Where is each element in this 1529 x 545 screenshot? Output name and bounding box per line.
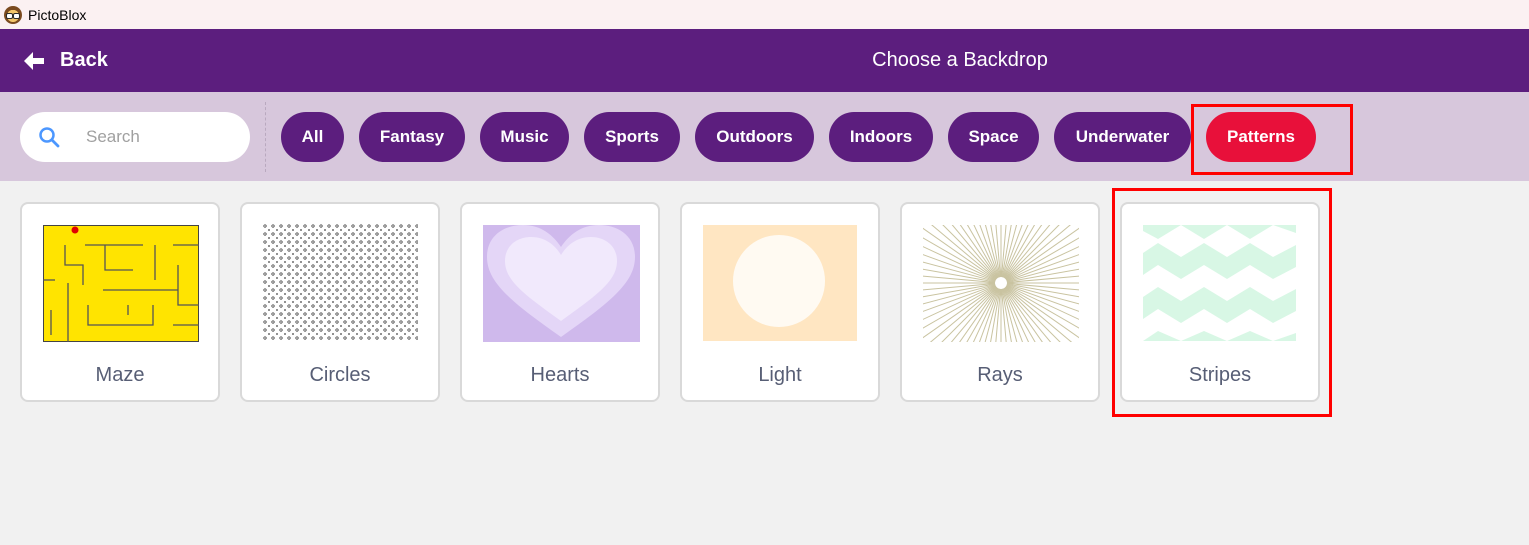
tag-underwater[interactable]: Underwater <box>1054 112 1191 162</box>
backdrop-card-circles[interactable]: Circles <box>240 202 440 402</box>
library-header: Choose a Backdrop Back <box>0 29 1529 92</box>
tag-fantasy[interactable]: Fantasy <box>359 112 465 162</box>
backdrop-card-hearts[interactable]: Hearts <box>460 202 660 402</box>
app-title: PictoBlox <box>28 6 87 23</box>
tag-all[interactable]: All <box>281 112 344 162</box>
backdrop-card-maze[interactable]: Maze <box>20 202 220 402</box>
window-titlebar: PictoBlox <box>0 0 1529 29</box>
tag-space[interactable]: Space <box>948 112 1039 162</box>
arrow-left-icon <box>24 51 44 70</box>
backdrop-name: Light <box>758 364 802 386</box>
tag-sports[interactable]: Sports <box>584 112 680 162</box>
backdrop-name: Circles <box>309 364 371 386</box>
back-button[interactable]: Back <box>23 29 108 92</box>
highlight-box-patterns <box>1191 104 1353 175</box>
tag-indoors[interactable]: Indoors <box>829 112 933 162</box>
tag-outdoors[interactable]: Outdoors <box>695 112 814 162</box>
page-title: Choose a Backdrop <box>872 49 1048 71</box>
light-thumbnail <box>703 225 857 341</box>
backdrop-card-light[interactable]: Light <box>680 202 880 402</box>
circles-thumbnail <box>263 224 418 341</box>
back-label: Back <box>60 49 108 71</box>
search-box[interactable] <box>20 112 250 162</box>
backdrop-card-rays[interactable]: Rays <box>900 202 1100 402</box>
divider <box>265 102 266 172</box>
pictoblox-owl-icon <box>4 5 22 24</box>
maze-thumbnail <box>43 225 199 342</box>
hearts-thumbnail <box>483 225 640 342</box>
backdrop-name: Maze <box>95 364 145 386</box>
rays-thumbnail <box>923 225 1079 342</box>
search-input[interactable] <box>84 126 238 148</box>
search-icon <box>39 127 60 148</box>
tag-music[interactable]: Music <box>480 112 569 162</box>
stripes-thumbnail <box>1143 225 1296 341</box>
backdrop-card-stripes[interactable]: Stripes <box>1120 202 1320 402</box>
backdrop-name: Stripes <box>1188 364 1252 386</box>
backdrop-name: Rays <box>977 364 1023 386</box>
backdrop-name: Hearts <box>530 364 590 386</box>
